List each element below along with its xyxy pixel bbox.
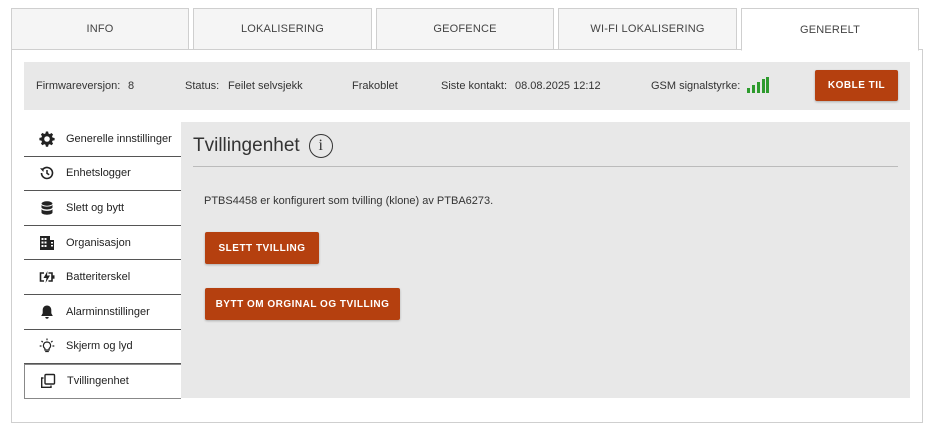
bell-icon [38, 303, 56, 321]
connect-button[interactable]: KOBLE TIL [815, 70, 898, 101]
status-label: Status: [185, 80, 220, 92]
sidebar-item-label: Alarminnstillinger [66, 305, 150, 318]
firmware-value: 8 [128, 80, 135, 92]
title-divider [193, 166, 898, 167]
copy-icon [39, 372, 57, 390]
sidebar-item-skjerm-og-lyd[interactable]: Skjerm og lyd [24, 330, 181, 365]
sidebar-item-organisasjon[interactable]: Organisasjon [24, 226, 181, 261]
info-icon[interactable]: i [308, 134, 333, 158]
history-icon [38, 164, 56, 182]
gear-icon [38, 130, 56, 148]
sidebar-item-slett-og-bytt[interactable]: Slett og bytt [24, 191, 181, 226]
twin-description: PTBS4458 er konfigurert som tvilling (kl… [204, 195, 494, 207]
tab-info[interactable]: INFO [11, 8, 189, 50]
gsm-signal-label: GSM signalstyrke: [651, 80, 741, 92]
status-value: Feilet selvsjekk [228, 80, 303, 92]
sidebar-item-label: Organisasjon [66, 236, 131, 249]
tab-lokalisering[interactable]: LOKALISERING [193, 8, 372, 50]
tab-generelt[interactable]: GENERELT [741, 8, 919, 51]
building-icon [38, 234, 56, 252]
database-icon [38, 199, 56, 217]
sidebar-item-generelle-innstillinger[interactable]: Generelle innstillinger [24, 122, 181, 157]
lightbulb-icon [38, 337, 56, 355]
sidebar-item-label: Skjerm og lyd [66, 340, 133, 353]
twin-device-panel: Tvillingenhet i PTBS4458 er konfigurert … [181, 122, 910, 398]
firmware-label: Firmwareversjon: [36, 80, 121, 92]
delete-twin-button[interactable]: SLETT TVILLING [205, 232, 319, 264]
sidebar-item-label: Enhetslogger [66, 167, 131, 180]
sidebar-item-tvillingenhet[interactable]: Tvillingenhet [24, 364, 181, 399]
battery-charging-icon [38, 268, 56, 286]
sidebar-item-enhetslogger[interactable]: Enhetslogger [24, 157, 181, 192]
page-title-text: Tvillingenhet [193, 135, 300, 156]
tab-wifi-lokalisering[interactable]: WI-FI LOKALISERING [558, 8, 737, 50]
signal-bars-icon [747, 77, 769, 93]
tab-geofence[interactable]: GEOFENCE [376, 8, 554, 50]
device-status-bar: Firmwareversjon: 8 Status: Feilet selvsj… [24, 62, 910, 110]
sidebar-item-label: Batteriterskel [66, 271, 131, 284]
connection-status: Frakoblet [352, 80, 398, 92]
sidebar-item-label: Tvillingenhet [67, 375, 129, 388]
swap-original-twin-button[interactable]: BYTT OM ORGINAL OG TVILLING [205, 288, 400, 320]
tab-bar: INFO LOKALISERING GEOFENCE WI-FI LOKALIS… [11, 8, 919, 51]
sidebar-item-label: Generelle innstillinger [66, 132, 172, 145]
settings-sidebar: Generelle innstillinger Enhetslogger Sle… [24, 122, 181, 399]
sidebar-item-batteriterskel[interactable]: Batteriterskel [24, 260, 181, 295]
sidebar-item-label: Slett og bytt [66, 201, 125, 214]
last-contact-value: 08.08.2025 12:12 [515, 80, 601, 92]
sidebar-item-alarminnstillinger[interactable]: Alarminnstillinger [24, 295, 181, 330]
page-title: Tvillingenhet i [193, 134, 333, 158]
last-contact-label: Siste kontakt: [441, 80, 508, 92]
